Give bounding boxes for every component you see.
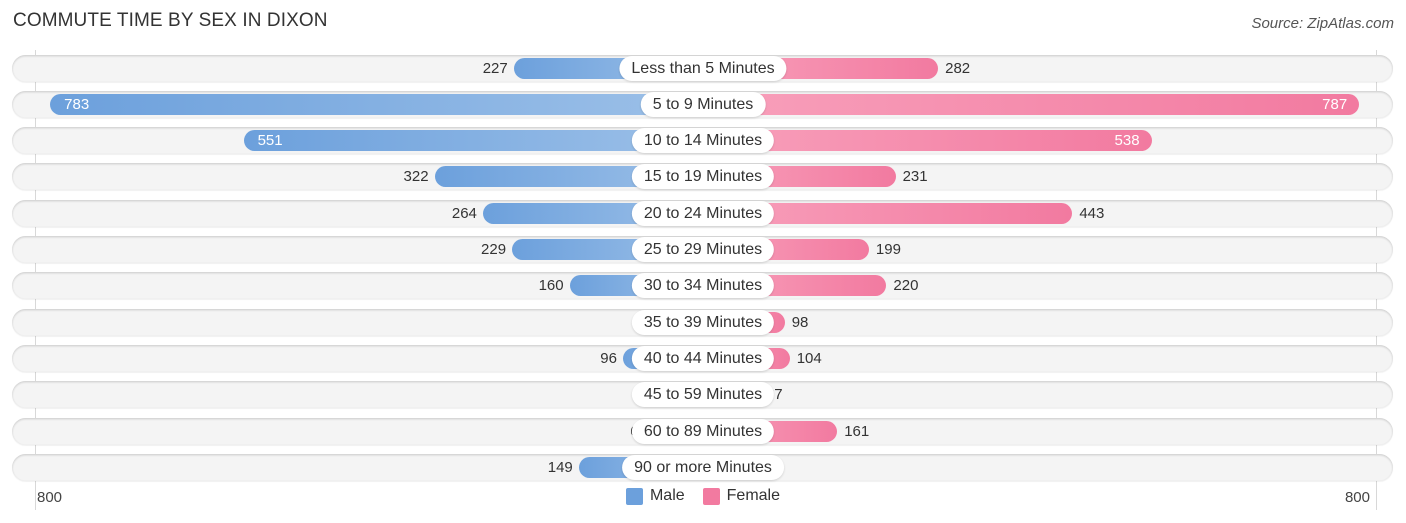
value-label-male: 322 xyxy=(403,168,429,186)
legend-label-male: Male xyxy=(649,487,685,504)
value-label-female: 538 xyxy=(1114,132,1140,150)
value-label-male: 783 xyxy=(64,95,90,113)
category-label: 45 to 59 Minutes xyxy=(631,382,775,408)
legend-swatch-male xyxy=(625,487,643,505)
value-label-female: 104 xyxy=(796,349,822,367)
value-label-male: 551 xyxy=(257,132,283,150)
category-label: 35 to 39 Minutes xyxy=(631,309,775,335)
category-label: 90 or more Minutes xyxy=(622,454,784,480)
value-label-male: 96 xyxy=(600,349,617,367)
source-label: Source: ZipAtlas.com xyxy=(1251,15,1394,32)
value-label-female: 199 xyxy=(875,241,901,258)
value-label-male: 264 xyxy=(451,204,477,222)
value-label-female: 161 xyxy=(844,422,870,440)
value-label-female: 98 xyxy=(791,313,809,331)
category-label: 30 to 34 Minutes xyxy=(631,273,775,299)
value-label-male: 227 xyxy=(482,59,508,77)
legend-item-female[interactable]: Female xyxy=(702,487,781,505)
legend-item-male[interactable]: Male xyxy=(625,487,685,505)
value-label-female: 282 xyxy=(945,59,971,77)
value-label-male: 229 xyxy=(481,241,507,258)
category-label: 10 to 14 Minutes xyxy=(631,128,775,154)
legend-label-female: Female xyxy=(726,487,781,504)
category-label: 25 to 29 Minutes xyxy=(631,237,775,262)
value-label-male: 160 xyxy=(538,277,564,295)
value-label-female: 231 xyxy=(902,168,928,186)
legend-swatch-female xyxy=(702,487,720,505)
chart-title: COMMUTE TIME BY SEX IN DIXON xyxy=(13,10,328,31)
category-label: 40 to 44 Minutes xyxy=(631,345,775,371)
category-label: Less than 5 Minutes xyxy=(619,55,787,81)
bar-male[interactable] xyxy=(50,93,703,115)
bar-female[interactable] xyxy=(703,93,1360,115)
category-label: 60 to 89 Minutes xyxy=(631,418,775,444)
category-label: 20 to 24 Minutes xyxy=(631,200,775,226)
value-label-female: 220 xyxy=(893,277,919,295)
value-label-female: 443 xyxy=(1079,204,1105,222)
category-label: 15 to 19 Minutes xyxy=(631,164,775,190)
value-label-female: 787 xyxy=(1322,95,1348,113)
value-label-male: 149 xyxy=(547,458,573,476)
legend: Male Female xyxy=(0,487,1406,505)
category-label: 5 to 9 Minutes xyxy=(640,91,766,117)
